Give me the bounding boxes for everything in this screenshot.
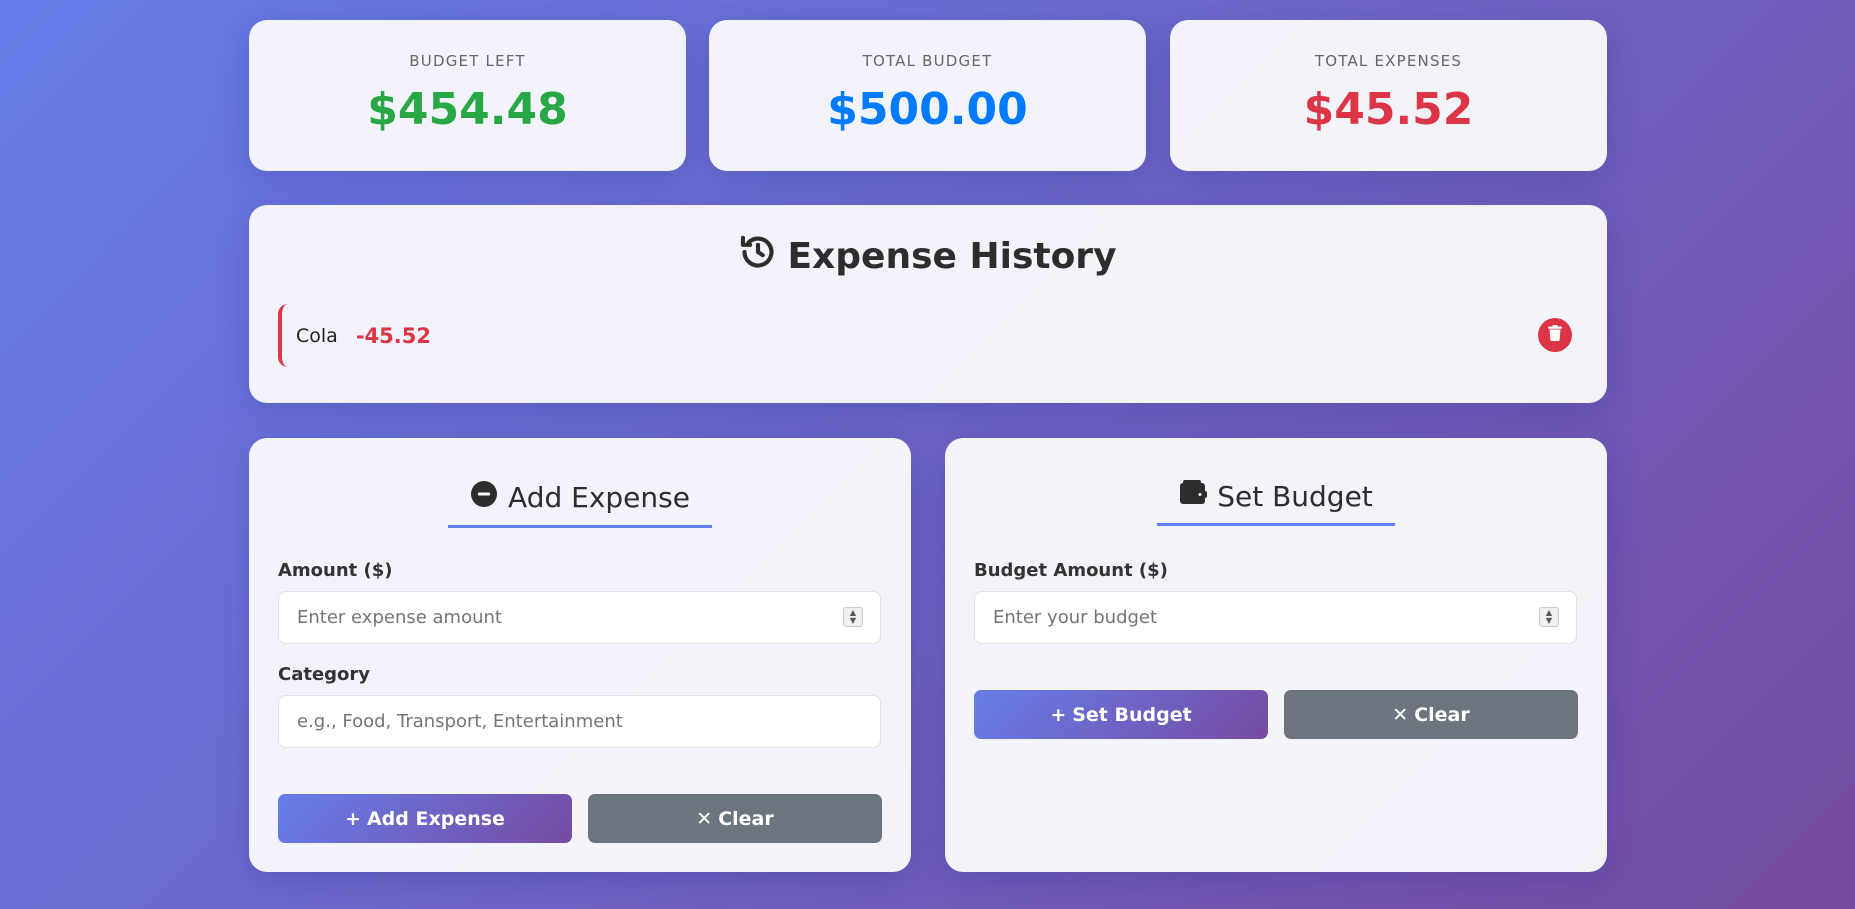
- add-expense-heading: Add Expense: [448, 480, 712, 528]
- category-input[interactable]: [278, 695, 881, 748]
- total-budget-value: $500.00: [827, 84, 1028, 135]
- clear-expense-button-label: Clear: [718, 807, 774, 830]
- add-expense-button[interactable]: + Add Expense: [278, 794, 572, 843]
- category-label: Category: [278, 664, 371, 685]
- budget-left-value: $454.48: [367, 84, 568, 135]
- expense-category: Cola: [296, 324, 338, 347]
- total-expenses-label: TOTAL EXPENSES: [1314, 52, 1463, 70]
- set-budget-title: Set Budget: [1217, 480, 1373, 513]
- clear-expense-button[interactable]: ✕ Clear: [588, 794, 882, 843]
- total-expenses-value: $45.52: [1303, 84, 1474, 135]
- trash-icon: [1548, 325, 1562, 345]
- budget-left-label: BUDGET LEFT: [409, 52, 526, 70]
- plus-icon: +: [345, 807, 361, 830]
- set-budget-heading: Set Budget: [1157, 480, 1395, 526]
- expense-amount: -45.52: [355, 323, 431, 348]
- plus-icon: +: [1050, 703, 1067, 726]
- expense-history-heading: Expense History: [249, 233, 1607, 280]
- budget-amount-label: Budget Amount ($): [974, 560, 1168, 581]
- history-icon: [739, 233, 777, 280]
- amount-label: Amount ($): [278, 560, 393, 581]
- expense-history-title: Expense History: [787, 236, 1117, 277]
- add-expense-button-label: Add Expense: [366, 807, 505, 830]
- list-item: Cola -45.52: [278, 304, 1578, 367]
- amount-stepper[interactable]: ▲ ▼: [843, 607, 863, 627]
- total-budget-label: TOTAL BUDGET: [862, 52, 993, 70]
- clear-budget-button-label: Clear: [1414, 703, 1470, 726]
- expense-history-panel: Expense History Cola -45.52: [249, 205, 1607, 403]
- minus-circle-icon: [470, 480, 498, 515]
- close-icon: ✕: [696, 807, 713, 830]
- expense-amount-input[interactable]: [278, 591, 881, 644]
- close-icon: ✕: [1392, 703, 1409, 726]
- delete-expense-button[interactable]: [1538, 318, 1572, 352]
- set-budget-button-label: Set Budget: [1072, 703, 1192, 726]
- total-expenses-card: TOTAL EXPENSES $45.52: [1170, 20, 1607, 171]
- total-budget-card: TOTAL BUDGET $500.00: [709, 20, 1146, 171]
- add-expense-panel: Add Expense Amount ($) ▲▼ Category + Add…: [249, 438, 911, 872]
- set-budget-button[interactable]: + Set Budget: [974, 690, 1268, 739]
- wallet-icon: [1179, 480, 1208, 513]
- budget-amount-input[interactable]: [974, 591, 1577, 644]
- budget-left-card: BUDGET LEFT $454.48: [249, 20, 686, 171]
- set-budget-panel: Set Budget Budget Amount ($) ▲▼ + Set Bu…: [945, 438, 1607, 872]
- clear-budget-button[interactable]: ✕ Clear: [1284, 690, 1578, 739]
- budget-stepper[interactable]: ▲ ▼: [1539, 607, 1559, 627]
- add-expense-title: Add Expense: [508, 481, 690, 514]
